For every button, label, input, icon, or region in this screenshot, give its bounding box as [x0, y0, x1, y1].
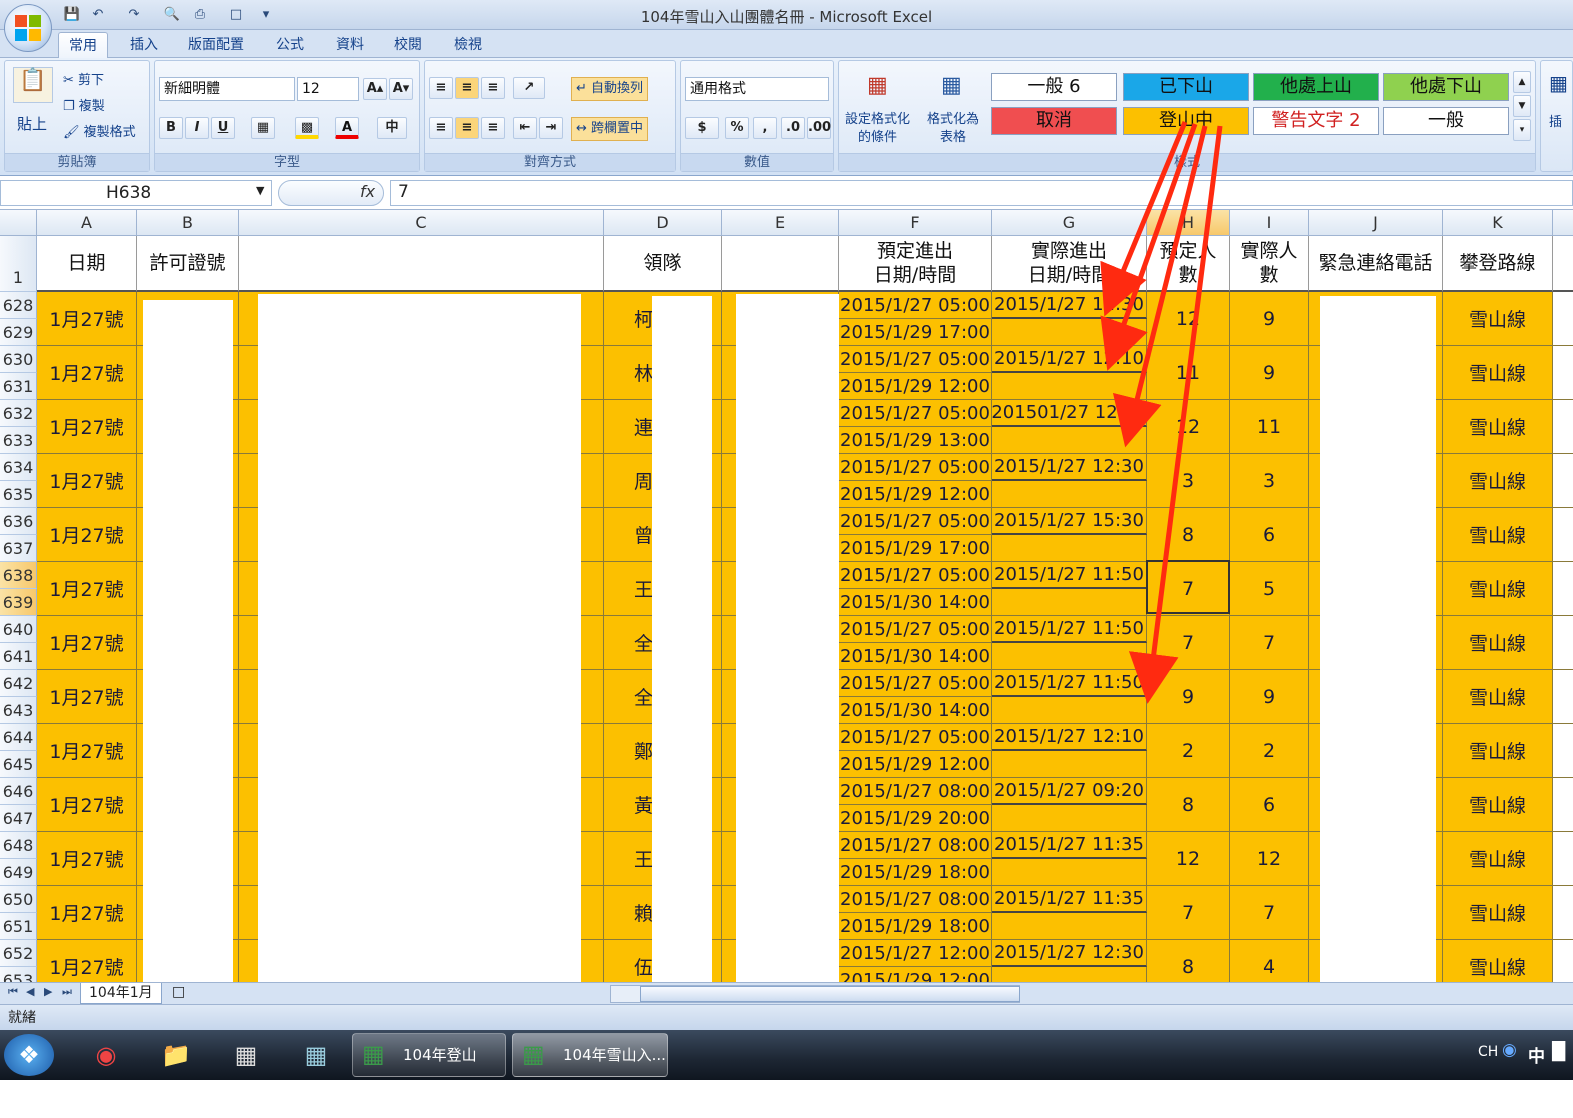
- sheet-first-icon[interactable]: ⏮: [8, 985, 18, 999]
- calculator-icon[interactable]: ▦: [218, 1034, 274, 1076]
- sheet-prev-icon[interactable]: ◀: [26, 985, 34, 998]
- office-button[interactable]: [4, 4, 52, 52]
- windows-logo-icon: ❖: [18, 1041, 40, 1069]
- sheet-tab-jan[interactable]: 104年1月: [80, 983, 162, 1004]
- excel-icon-active: ▦: [522, 1040, 545, 1068]
- ime-shape-icon[interactable]: █: [1552, 1042, 1565, 1062]
- ime-icon[interactable]: ◉: [1502, 1040, 1517, 1060]
- sheet-next-icon[interactable]: ▶: [44, 985, 52, 998]
- start-button[interactable]: ❖: [4, 1034, 54, 1076]
- arrow-2: [1100, 123, 1198, 371]
- arrow-1: [1100, 121, 1188, 317]
- ime-mode[interactable]: 中: [1528, 1042, 1545, 1067]
- notes-icon[interactable]: ▦: [288, 1034, 344, 1076]
- taskbar: ❖ ◉ 📁 ▦ ▦ 104年登山客... ▦ 104年雪山入... ▦ CH ◉…: [0, 1030, 1573, 1106]
- office-logo-icon: [15, 15, 41, 41]
- sheet-tab-bar: ⏮ ◀ ▶ ⏭ 104年1月 □: [0, 982, 1573, 1004]
- horizontal-scroll-thumb[interactable]: [640, 986, 1020, 1002]
- sheet-last-icon[interactable]: ⏭: [62, 985, 72, 999]
- annotation-arrows: [1100, 121, 1223, 704]
- chrome-icon[interactable]: ◉: [78, 1034, 134, 1076]
- insert-sheet-icon[interactable]: □: [172, 984, 185, 1000]
- status-bar: 就緒: [0, 1004, 1573, 1030]
- language-indicator[interactable]: CH: [1478, 1044, 1498, 1060]
- folder-icon[interactable]: 📁: [148, 1034, 204, 1076]
- excel-icon: ▦: [362, 1040, 385, 1068]
